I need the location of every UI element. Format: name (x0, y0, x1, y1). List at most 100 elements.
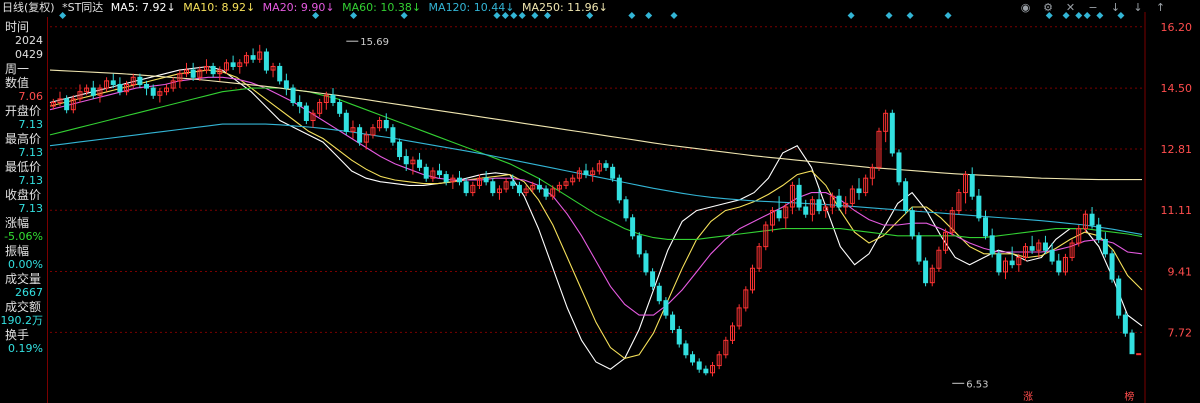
down-arrow-icon[interactable]: ↓ (1106, 1, 1125, 14)
candle-body (676, 329, 682, 345)
panel-label: 换手 (5, 328, 30, 342)
panel-value: 7.13 (18, 174, 44, 187)
annotation-label: 15.69 (360, 37, 389, 48)
annotation-label: 6.53 (966, 379, 988, 390)
candle-body (983, 217, 989, 237)
candle-body (536, 184, 542, 190)
candle-body (150, 87, 156, 96)
candle-body (144, 83, 150, 89)
candle-body (1056, 260, 1062, 273)
candle-body (1109, 253, 1115, 280)
candle-body (297, 101, 303, 107)
candle-body (623, 199, 629, 219)
candle-body (357, 127, 363, 143)
panel-value: -5.06% (4, 230, 43, 243)
candle-body (650, 271, 656, 287)
candle-body (90, 87, 96, 96)
candle-body (996, 253, 1002, 273)
candle-body (443, 174, 449, 183)
candle-body (909, 210, 915, 237)
panel-value: 0429 (15, 48, 43, 61)
y-tick-label: 7.72 (1168, 326, 1193, 339)
up-arrow-icon[interactable]: ↑ (1151, 1, 1170, 14)
kline-chart[interactable]: 16.2014.5012.8111.119.417.72 涨榜 15.696.5… (0, 0, 1200, 403)
candle-body (390, 127, 396, 143)
candle-body (110, 80, 116, 85)
candle-body (856, 188, 862, 194)
candle-body (1129, 332, 1135, 355)
candle-body (969, 174, 975, 197)
candle-body (989, 235, 995, 255)
candle-body (330, 94, 336, 103)
candle-body (490, 181, 496, 194)
panel-value: 2024 (15, 34, 43, 47)
candle-body (117, 83, 123, 93)
candle-body (583, 170, 589, 176)
candle-body (343, 112, 349, 132)
panel-label: 开盘价 (5, 104, 42, 118)
panel-label: 成交量 (5, 272, 42, 286)
candle-body (889, 112, 895, 154)
candle-body (776, 210, 782, 219)
candle-body (1102, 238, 1108, 255)
candle-body (383, 120, 389, 129)
signal-diamond (944, 12, 952, 19)
candle-body (616, 177, 622, 201)
panel-label: 成交额 (5, 300, 42, 314)
candle-body (516, 184, 522, 194)
down-arrow-icon[interactable]: ↓ (1129, 1, 1148, 14)
candle-body (337, 101, 343, 114)
candle-body (630, 217, 636, 237)
candle-body (916, 235, 922, 262)
y-tick-label: 14.50 (1161, 82, 1193, 95)
candle-body (816, 199, 822, 212)
candle-body (210, 65, 216, 75)
candle-body (190, 69, 196, 78)
signal-markers: 涨榜 (59, 12, 1134, 403)
candle-body (137, 76, 143, 85)
candle-body (1122, 314, 1128, 334)
y-tick-label: 12.81 (1161, 143, 1193, 156)
candle-body (670, 314, 676, 331)
panel-label: 最高价 (5, 132, 42, 146)
candle-body (64, 98, 70, 111)
ma10-legend: MA10: 8.92↓ (183, 1, 256, 14)
eye-icon[interactable]: ◉ (1016, 1, 1035, 14)
candle-body (437, 170, 443, 176)
signal-diamond (645, 12, 653, 19)
minus-icon[interactable]: − (1084, 1, 1103, 14)
candle-body (1049, 249, 1055, 262)
panel-label: 最低价 (5, 160, 42, 174)
y-tick-label: 9.41 (1168, 266, 1193, 279)
panel-label: 时间 (5, 20, 30, 34)
candle-body (610, 166, 616, 179)
signal-diamond (670, 12, 678, 19)
ma60-legend: MA60: 10.38↓ (342, 1, 422, 14)
signal-diamond (906, 12, 914, 19)
candle-body (903, 181, 909, 212)
panel-label: 振幅 (5, 244, 30, 258)
candle-body (250, 55, 256, 60)
candle-body (703, 368, 709, 374)
candle-body (896, 152, 902, 183)
candle-body (603, 163, 609, 168)
candle-body (1096, 224, 1102, 240)
candle-body (463, 181, 469, 194)
signal-diamond (847, 12, 855, 19)
close-icon[interactable]: ✕ (1061, 1, 1080, 14)
ma120-legend: MA120: 10.44↓ (428, 1, 515, 14)
candle-body (303, 105, 309, 122)
period-label[interactable]: 日线(复权) (2, 1, 55, 14)
candle-body (397, 141, 403, 158)
candle-body (1029, 246, 1035, 251)
panel-value: 2667 (15, 286, 43, 299)
gear-icon[interactable]: ⚙ (1039, 1, 1058, 14)
candle-body (417, 159, 423, 168)
candle-body (663, 300, 669, 316)
candle-body (403, 156, 409, 165)
candle-body (923, 260, 929, 284)
panel-value: 0.00% (8, 258, 43, 271)
panel-label: 数值 (5, 76, 30, 90)
candle-body (656, 285, 662, 302)
panel-label: 周一 (5, 62, 30, 76)
